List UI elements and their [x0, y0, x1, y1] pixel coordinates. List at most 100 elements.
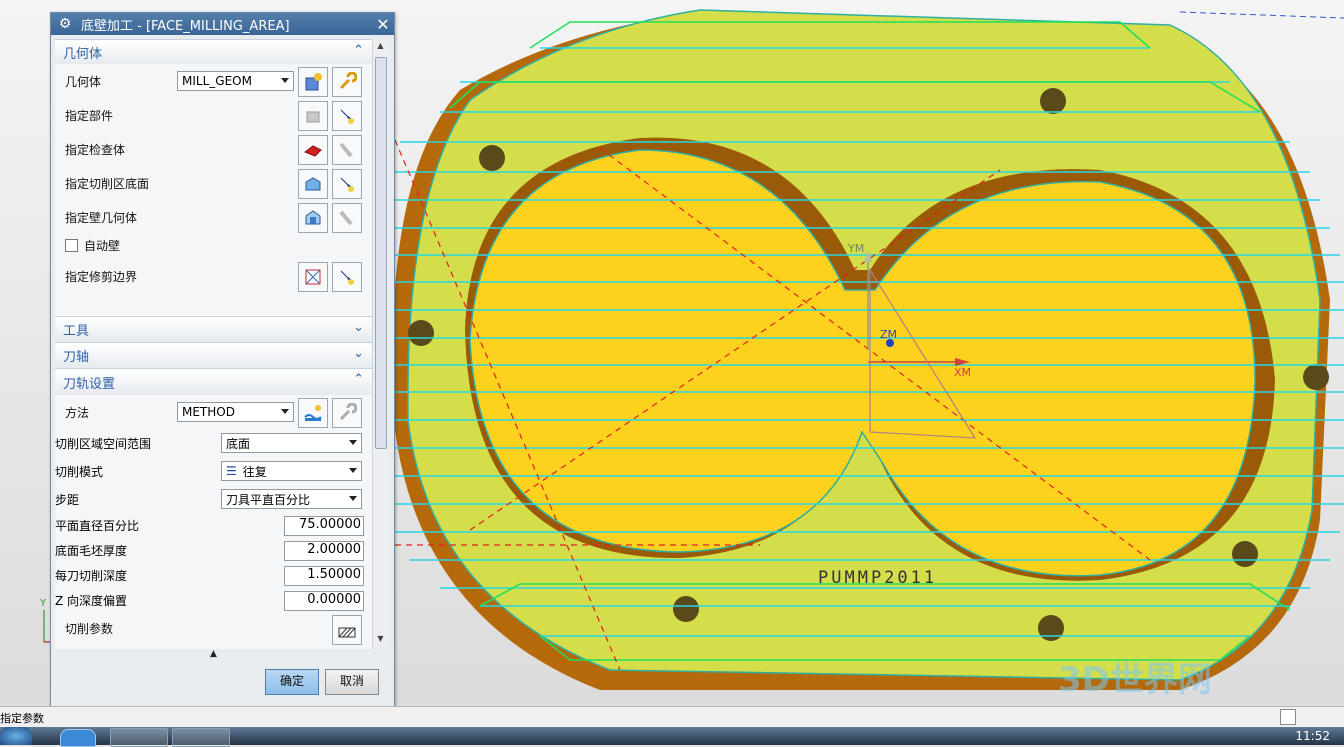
check-body-icon	[303, 145, 322, 157]
specify-part-row: 指定部件	[55, 98, 372, 132]
nx-taskbar-button[interactable]	[172, 728, 230, 747]
section-axis-label: 刀轴	[63, 350, 90, 365]
depth-per-cut-row: 每刀切削深度 1.50000	[55, 563, 372, 588]
new-method-button[interactable]	[298, 398, 328, 428]
cut-params-row: 切削参数	[55, 613, 372, 645]
specify-check-row: 指定检查体	[55, 132, 372, 166]
start-button[interactable]	[0, 727, 32, 745]
axis-xm-label: XM	[954, 366, 971, 379]
flashlight-disabled-icon	[339, 142, 353, 158]
depth-per-cut-label: 每刀切削深度	[55, 569, 128, 583]
cancel-button[interactable]: 取消	[325, 669, 379, 695]
specify-wall-label: 指定壁几何体	[65, 210, 138, 225]
geometry-select[interactable]: MILL_GEOM	[177, 71, 294, 91]
dialog-title: 底壁加工 - [FACE_MILLING_AREA]	[81, 18, 290, 34]
status-window-icon[interactable]	[1280, 709, 1296, 725]
section-axis[interactable]: 刀轴 ⌄	[55, 342, 372, 368]
auto-wall-checkbox[interactable]	[65, 238, 78, 252]
geometry-select-value: MILL_GEOM	[182, 74, 252, 88]
axis-ym-label: YM	[847, 242, 864, 255]
cut-params-button[interactable]	[332, 615, 362, 645]
axis-zm-label: ZM	[880, 328, 897, 341]
section-geometry[interactable]: 几何体 ⌃	[55, 39, 372, 64]
method-select[interactable]: METHOD	[177, 402, 294, 422]
watermark: 3D世界网	[1058, 660, 1212, 700]
part-engraving: PUMMP2011	[818, 568, 937, 588]
select-floor-button[interactable]	[298, 169, 328, 199]
section-tool-label: 工具	[63, 324, 90, 339]
cut-pattern-select[interactable]: ☰ 往复	[221, 461, 362, 481]
dialog-titlebar[interactable]: ⚙ 底壁加工 - [FACE_MILLING_AREA] ✕	[51, 13, 394, 35]
section-path-settings[interactable]: 刀轨设置 ⌃	[55, 368, 372, 395]
scroll-up-icon[interactable]: ▲	[374, 41, 387, 54]
browser-taskbar-icon[interactable]	[60, 729, 96, 747]
method-select-value: METHOD	[182, 405, 235, 419]
specify-floor-label: 指定切削区底面	[65, 176, 150, 191]
section-geometry-label: 几何体	[63, 46, 103, 62]
floor-stock-label: 底面毛坯厚度	[55, 544, 128, 558]
trim-boundary-icon	[305, 269, 321, 285]
chevron-up-icon: ⌃	[353, 43, 364, 58]
stepover-value: 刀具平直百分比	[226, 492, 311, 507]
geometry-label: 几何体	[65, 74, 102, 89]
status-text: 指定参数	[0, 712, 44, 725]
dropdown-arrow-icon	[281, 78, 289, 83]
wrench-icon	[339, 72, 357, 90]
auto-wall-row: 自动壁	[55, 234, 372, 256]
close-icon[interactable]: ✕	[372, 15, 394, 34]
section-tool[interactable]: 工具 ⌄	[55, 316, 372, 342]
new-method-icon	[304, 405, 322, 421]
dropdown-arrow-icon	[349, 468, 357, 473]
select-trim-button[interactable]	[298, 262, 328, 292]
collapse-arrow-icon[interactable]: ▲	[55, 649, 372, 659]
dropdown-arrow-icon	[349, 440, 357, 445]
z-offset-label: Z 向深度偏置	[55, 594, 128, 608]
z-offset-input[interactable]: 0.00000	[284, 590, 364, 611]
dialog-scrollbar[interactable]: ▲ ▼	[372, 41, 388, 647]
specify-wall-row: 指定壁几何体	[55, 200, 372, 234]
dropdown-arrow-icon	[349, 496, 357, 501]
floor-stock-input[interactable]: 2.00000	[284, 540, 364, 561]
cut-pattern-row: 切削模式 ☰ 往复	[55, 457, 372, 485]
cut-range-row: 切削区域空间范围 底面	[55, 429, 372, 457]
show-part-button[interactable]	[332, 101, 362, 131]
flashlight-icon	[340, 109, 354, 124]
cut-range-select[interactable]: 底面	[221, 433, 362, 453]
scroll-thumb[interactable]	[375, 57, 387, 449]
edit-geometry-button[interactable]	[332, 67, 362, 97]
dropdown-arrow-icon	[281, 409, 289, 414]
specify-check-label: 指定检查体	[65, 142, 126, 157]
gear-icon: ⚙	[58, 16, 72, 32]
stepover-label: 步距	[55, 492, 80, 507]
select-part-button[interactable]	[298, 101, 328, 131]
clock: 11:52	[1295, 729, 1330, 743]
chevron-down-icon: ⌄	[353, 320, 364, 335]
show-wall-button[interactable]	[332, 203, 362, 233]
show-check-button[interactable]	[332, 135, 362, 165]
specify-part-label: 指定部件	[65, 108, 114, 123]
specify-trim-row: 指定修剪边界	[55, 256, 372, 296]
floor-face-icon	[305, 177, 321, 191]
select-wall-button[interactable]	[298, 203, 328, 233]
specify-floor-row: 指定切削区底面	[55, 166, 372, 200]
dialog-body: 几何体 ⌃ 几何体 MILL_GEOM 指定部件 指定检查体 指定切削区底面 指…	[55, 39, 372, 649]
wrench-disabled-icon	[339, 403, 357, 421]
depth-per-cut-input[interactable]: 1.50000	[284, 565, 364, 586]
scroll-down-icon[interactable]: ▼	[374, 634, 387, 647]
face-milling-dialog: ⚙ 底壁加工 - [FACE_MILLING_AREA] ✕ 几何体 ⌃ 几何体…	[50, 12, 395, 707]
new-geometry-button[interactable]	[298, 67, 328, 97]
flashlight-icon	[340, 270, 354, 285]
section-path-label: 刀轨设置	[63, 376, 116, 392]
show-floor-button[interactable]	[332, 169, 362, 199]
stepover-row: 步距 刀具平直百分比	[55, 485, 372, 513]
ok-button[interactable]: 确定	[265, 669, 319, 695]
stepover-select[interactable]: 刀具平直百分比	[221, 489, 362, 509]
show-trim-button[interactable]	[332, 262, 362, 292]
chevron-up-icon: ⌃	[353, 372, 364, 387]
part-cube-icon	[306, 111, 320, 123]
word-taskbar-button[interactable]	[110, 728, 168, 747]
flat-pct-input[interactable]: 75.00000	[284, 515, 364, 536]
edit-method-button[interactable]	[332, 398, 362, 428]
method-label: 方法	[65, 405, 90, 420]
select-check-button[interactable]	[298, 135, 328, 165]
